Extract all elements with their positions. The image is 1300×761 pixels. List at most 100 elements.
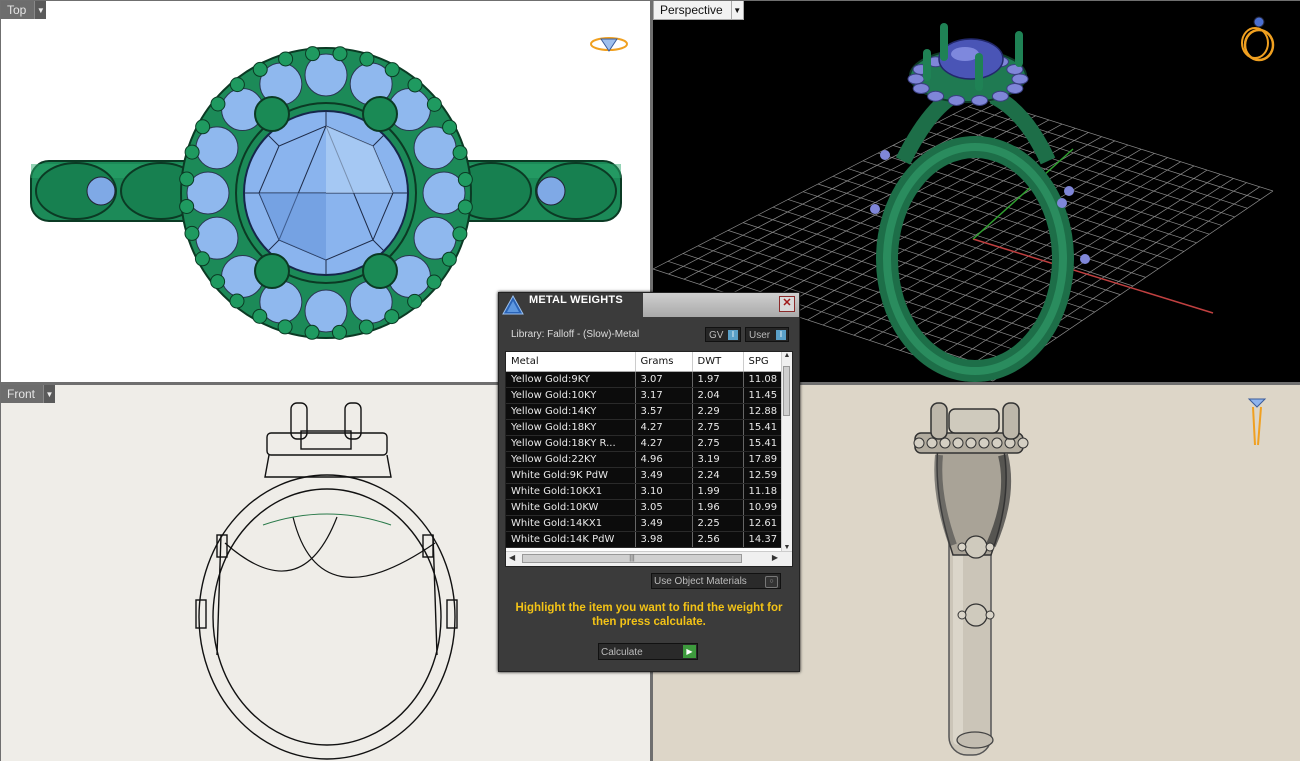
scroll-up-icon[interactable]: ▲: [782, 352, 792, 359]
table-cell: 3.07: [635, 371, 693, 388]
table-cell: 3.57: [635, 403, 693, 420]
gv-toggle-label: GV: [709, 330, 724, 341]
table-cell: 2.75: [692, 419, 744, 436]
vertical-scrollbar[interactable]: ▲ ▼: [781, 352, 792, 551]
instruction-text: Highlight the item you want to find the …: [515, 602, 783, 628]
library-label: Library: Falloff - (Slow)-Metal: [511, 329, 640, 340]
table-row[interactable]: White Gold:10KW 3.05 1.96 10.99: [506, 499, 784, 516]
table-row[interactable]: White Gold:9K PdW 3.49 2.24 12.59: [506, 467, 784, 484]
table-cell: 1.99: [692, 483, 744, 500]
table-row[interactable]: Yellow Gold:10KY 3.17 2.04 11.45: [506, 387, 784, 404]
table-row[interactable]: Yellow Gold:9KY 3.07 1.97 11.08: [506, 371, 784, 388]
table-cell: 3.49: [635, 515, 693, 532]
table-cell: 15.41: [743, 419, 784, 436]
table-cell: Yellow Gold:9KY: [506, 371, 636, 388]
table-cell: 10.99: [743, 499, 784, 516]
table-cell: White Gold:14K PdW: [506, 531, 636, 548]
table-cell: White Gold:10KX1: [506, 483, 636, 500]
use-object-materials-label: Use Object Materials: [654, 576, 747, 587]
table-cell: 2.04: [692, 387, 744, 404]
column-header[interactable]: Grams: [635, 352, 693, 372]
table-cell: 3.17: [635, 387, 693, 404]
toggle-indicator-icon: I: [776, 330, 786, 340]
table-cell: 2.56: [692, 531, 744, 548]
table-cell: 15.41: [743, 435, 784, 452]
table-cell: 1.96: [692, 499, 744, 516]
table-cell: 4.27: [635, 435, 693, 452]
viewport-label: Front: [1, 385, 44, 403]
column-header[interactable]: Metal: [506, 352, 636, 372]
table-row[interactable]: White Gold:10KX1 3.10 1.99 11.18: [506, 483, 784, 500]
app-logo-icon: [502, 295, 524, 315]
table-row[interactable]: White Gold:14KX1 3.49 2.25 12.61: [506, 515, 784, 532]
table-cell: 14.37: [743, 531, 784, 548]
scroll-left-icon[interactable]: ◀: [509, 553, 515, 562]
metal-weights-dialog: METAL WEIGHTS ✕ Library: Falloff - (Slow…: [498, 292, 800, 672]
scroll-right-icon[interactable]: ▶: [772, 553, 778, 562]
chevron-down-icon[interactable]: ▼: [731, 1, 744, 20]
metal-table-container[interactable]: Metal Grams DWT SPG Yellow Gold:9KY 3.07 1.97…: [505, 351, 793, 567]
table-row[interactable]: Yellow Gold:14KY 3.57 2.29 12.88: [506, 403, 784, 420]
table-cell: 2.75: [692, 435, 744, 452]
table-cell: 1.97: [692, 371, 744, 388]
table-cell: White Gold:10KW: [506, 499, 636, 516]
chevron-down-icon[interactable]: ▼: [34, 1, 47, 19]
viewport-tab-perspective[interactable]: Perspective ▼: [653, 1, 744, 20]
table-cell: 2.24: [692, 467, 744, 484]
play-icon: ▶: [683, 645, 696, 658]
table-cell: 2.29: [692, 403, 744, 420]
calculate-button[interactable]: Calculate ▶: [598, 643, 698, 660]
table-cell: 3.10: [635, 483, 693, 500]
use-object-materials-toggle[interactable]: Use Object Materials ○: [651, 573, 781, 589]
table-cell: 2.25: [692, 515, 744, 532]
table-cell: 11.08: [743, 371, 784, 388]
metal-table: Metal Grams DWT SPG Yellow Gold:9KY 3.07 1.97…: [506, 352, 784, 548]
viewport-tab-front[interactable]: Front ▼: [1, 385, 56, 403]
scroll-thumb[interactable]: |||: [522, 554, 742, 563]
table-header-row: Metal Grams DWT SPG: [506, 352, 784, 372]
viewport-label: Top: [1, 1, 35, 19]
toggle-circle-icon: ○: [765, 576, 778, 588]
table-cell: 12.61: [743, 515, 784, 532]
table-cell: Yellow Gold:14KY: [506, 403, 636, 420]
user-toggle-label: User: [749, 330, 771, 341]
viewport-tab-top[interactable]: Top ▼: [1, 1, 47, 19]
table-row[interactable]: Yellow Gold:18KY R... 4.27 2.75 15.41: [506, 435, 784, 452]
ring-side-gizmo-icon[interactable]: [1245, 393, 1271, 449]
table-cell: 3.05: [635, 499, 693, 516]
table-cell: Yellow Gold:10KY: [506, 387, 636, 404]
table-cell: 3.98: [635, 531, 693, 548]
ring-gizmo-icon[interactable]: [1237, 13, 1277, 63]
table-cell: 11.45: [743, 387, 784, 404]
table-cell: White Gold:14KX1: [506, 515, 636, 532]
diamond-ring-gizmo-icon[interactable]: [587, 31, 631, 55]
table-row[interactable]: Yellow Gold:18KY 4.27 2.75 15.41: [506, 419, 784, 436]
table-row[interactable]: Yellow Gold:22KY 4.96 3.19 17.89: [506, 451, 784, 468]
user-toggle[interactable]: User I: [745, 327, 789, 342]
table-cell: 11.18: [743, 483, 784, 500]
table-cell: 3.49: [635, 467, 693, 484]
table-cell: Yellow Gold:18KY: [506, 419, 636, 436]
table-cell: 4.96: [635, 451, 693, 468]
table-cell: 12.59: [743, 467, 784, 484]
table-cell: 3.19: [692, 451, 744, 468]
dialog-title: METAL WEIGHTS: [529, 294, 623, 306]
table-row[interactable]: White Gold:14K PdW 3.98 2.56 14.37: [506, 531, 784, 548]
chevron-down-icon[interactable]: ▼: [43, 385, 56, 403]
scroll-down-icon[interactable]: ▼: [782, 544, 792, 551]
close-button[interactable]: ✕: [779, 296, 795, 312]
calculate-label: Calculate: [601, 647, 643, 658]
toggle-indicator-icon: I: [728, 330, 738, 340]
scroll-thumb[interactable]: [783, 366, 790, 416]
gv-toggle[interactable]: GV I: [705, 327, 741, 342]
table-cell: Yellow Gold:18KY R...: [506, 435, 636, 452]
table-cell: 4.27: [635, 419, 693, 436]
horizontal-scrollbar[interactable]: ◀ ||| ▶: [506, 551, 792, 566]
table-cell: Yellow Gold:22KY: [506, 451, 636, 468]
table-cell: White Gold:9K PdW: [506, 467, 636, 484]
viewport-label: Perspective: [653, 1, 732, 20]
column-header[interactable]: SPG: [743, 352, 784, 372]
table-cell: 17.89: [743, 451, 784, 468]
table-cell: 12.88: [743, 403, 784, 420]
column-header[interactable]: DWT: [692, 352, 744, 372]
